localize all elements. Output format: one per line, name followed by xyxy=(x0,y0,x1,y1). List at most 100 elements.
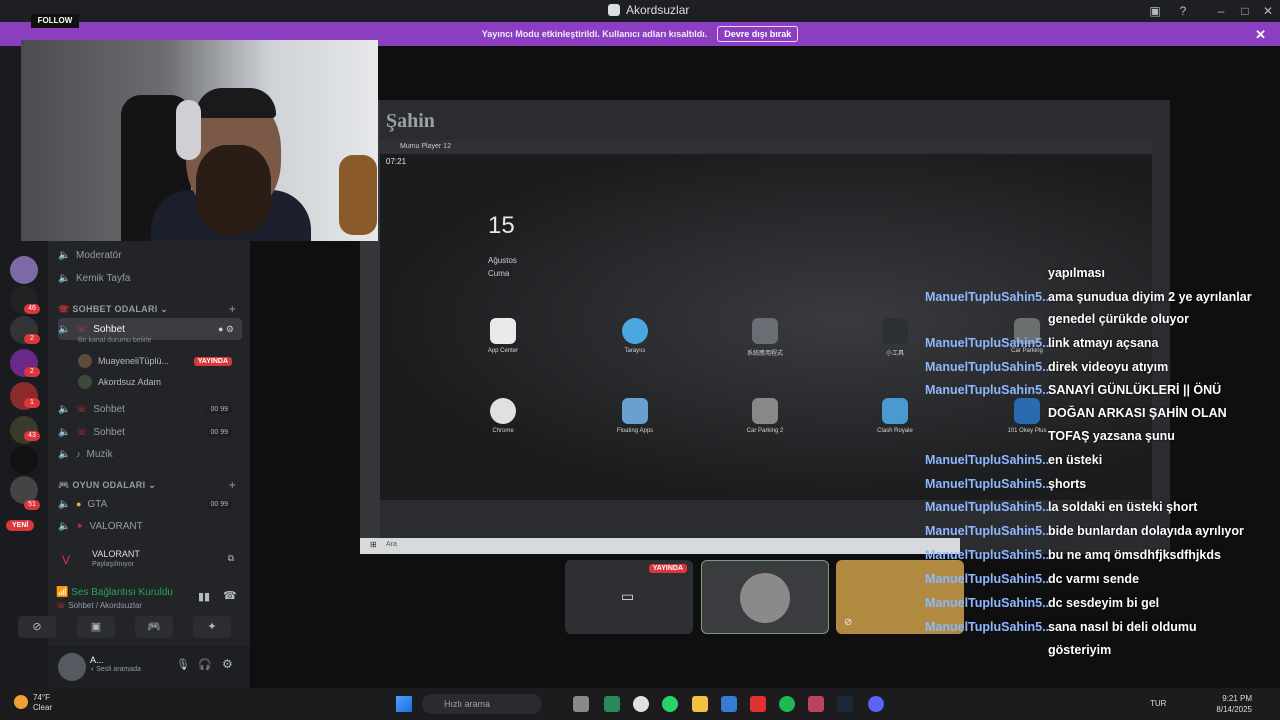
member-row[interactable]: MuayeneliTüplü... YAYINDA xyxy=(78,352,242,370)
discord-icon xyxy=(608,4,620,16)
chat-text: dc sesdeyim bi gel xyxy=(1048,596,1160,610)
windows-icon: ⊞ xyxy=(370,540,377,549)
voice-channel-kemik[interactable]: 🔈 Kemik Tayfa xyxy=(58,268,242,288)
share-screen-icon[interactable]: ⧉ xyxy=(228,553,234,564)
chat-username: ManuelTupluSahin5... xyxy=(925,336,1053,350)
taskview-icon[interactable] xyxy=(573,696,589,712)
user-status-text: Sesli aramada xyxy=(96,666,141,673)
system-apps-icon[interactable]: 系統應用程式 xyxy=(730,318,800,357)
discord-taskbar-icon[interactable] xyxy=(868,696,884,712)
help-icon[interactable]: ? xyxy=(1174,2,1192,20)
user-limit-pill: 00 99 xyxy=(206,404,232,414)
add-channel-icon[interactable]: + xyxy=(229,302,236,316)
browser-icon[interactable]: Tarayıcı xyxy=(600,318,670,354)
chat-username: ManuelTupluSahin5... xyxy=(925,620,1053,634)
voice-channel-moderator[interactable]: 🔈 Moderatör xyxy=(58,245,242,265)
temperature: 74°F xyxy=(33,693,50,702)
voice-channel-gta[interactable]: 🔈 ● GTA 00 99 xyxy=(58,494,242,514)
whatsapp-icon[interactable] xyxy=(662,696,678,712)
taskbar-search[interactable]: Hızlı arama xyxy=(422,694,542,714)
voice-channel-sohbet-3[interactable]: 🔈 ☏ Sohbet 00 99 xyxy=(58,422,242,442)
language-indicator[interactable]: TUR xyxy=(1150,699,1166,708)
mic-icon[interactable]: 🎙 xyxy=(176,658,190,671)
member-name: Akordsuz Adam xyxy=(98,377,162,387)
unread-badge: 51 xyxy=(24,500,40,510)
activity-game: VALORANT xyxy=(92,549,140,559)
voice-location[interactable]: ☏ Sohbet / Akordsuzlar xyxy=(56,601,142,610)
spotify-icon[interactable] xyxy=(779,696,795,712)
avatar[interactable] xyxy=(58,653,86,681)
app-icon[interactable] xyxy=(808,696,824,712)
channel-name: Sohbet xyxy=(93,323,125,335)
category-oyun[interactable]: 🎮 OYUN ODALARI ⌄ + xyxy=(58,478,242,492)
chrome-icon[interactable]: Chrome xyxy=(468,398,538,434)
chat-icon[interactable]: ● ⚙ xyxy=(218,324,234,335)
disable-streamer-mode-button[interactable]: Devre dışı bırak xyxy=(717,26,799,42)
member-name: MuayeneliTüplü... xyxy=(98,356,170,366)
disconnect-icon[interactable]: ☎ xyxy=(223,589,237,602)
chat-message: ManuelTupluSahin5... la soldaki en üsteki… xyxy=(925,500,1275,522)
car-parking-2-icon[interactable]: Car Parking 2 xyxy=(730,398,800,434)
screen-icon[interactable]: ▣ xyxy=(1146,2,1164,20)
minimize-button[interactable]: – xyxy=(1212,2,1230,20)
chat-text: ama şunudua diyim 2 ye ayrılanlar xyxy=(1048,290,1252,304)
speaker-icon: 🔈 xyxy=(58,426,71,438)
vase xyxy=(339,155,377,235)
chrome-taskbar-icon[interactable] xyxy=(633,696,649,712)
camera-thumbnail[interactable] xyxy=(701,560,829,634)
camera-off-button[interactable]: ⊘ xyxy=(18,616,56,638)
voice-channel-sohbet-2[interactable]: 🔈 ☏ Sohbet 00 99 xyxy=(58,399,242,419)
channel-name: Sohbet xyxy=(93,403,125,415)
headphones-icon[interactable]: 🎧 xyxy=(198,658,212,671)
screen-share-button[interactable]: ▣ xyxy=(77,616,115,638)
app-icon[interactable] xyxy=(721,696,737,712)
chat-username: ManuelTupluSahin5... xyxy=(925,572,1053,586)
chat-text: direk videoyu atıyım xyxy=(1048,360,1169,374)
channel-status[interactable]: Bir kanal durumu belirle xyxy=(78,337,152,344)
avatar xyxy=(740,573,790,623)
stream-thumbnail[interactable]: YAYINDA ▭ xyxy=(565,560,693,634)
youtube-icon[interactable] xyxy=(750,696,766,712)
weather-widget[interactable]: 74°F Clear xyxy=(33,693,52,713)
chat-username: ManuelTupluSahin5... xyxy=(925,453,1053,467)
clash-royale-icon[interactable]: Clash Royale xyxy=(860,398,930,434)
add-channel-icon[interactable]: + xyxy=(229,478,236,492)
app-center-icon[interactable]: App Center xyxy=(468,318,538,354)
user-panel: A... ◖ Sesli aramada 🎙 🎧 ⚙ xyxy=(48,646,250,688)
chat-message: ManuelTupluSahin5... direk videoyu atıyım xyxy=(925,360,1275,382)
chat-text: la soldaki en üsteki şhort xyxy=(1048,500,1198,514)
chat-text: sana nasıl bi deli oldumu xyxy=(1048,620,1197,634)
user-name: A... xyxy=(90,655,104,665)
chat-username: ManuelTupluSahin5... xyxy=(925,548,1053,562)
tools-icon[interactable]: 小工具 xyxy=(860,318,930,357)
member-row[interactable]: Akordsuz Adam xyxy=(78,373,242,391)
windows-taskbar: 74°F Clear Hızlı arama TUR 9:21 PM 8/14/… xyxy=(0,688,1280,720)
server-icon[interactable] xyxy=(10,446,38,474)
chat-message: ManuelTupluSahin5... dc sesdeyim bi gel xyxy=(925,596,1275,618)
noise-suppression-icon[interactable]: ▮▮ xyxy=(198,590,210,603)
chat-text: dc varmı sende xyxy=(1048,572,1140,586)
floating-apps-icon[interactable]: Floating Apps xyxy=(600,398,670,434)
voice-channel-valorant[interactable]: 🔈 ✶ VALORANT xyxy=(58,516,242,536)
server-icon[interactable] xyxy=(10,256,38,284)
close-window-button[interactable]: ✕ xyxy=(1259,2,1277,20)
file-explorer-icon[interactable] xyxy=(692,696,708,712)
chat-message: ManuelTupluSahin5... bu ne amq ömsdhfjksd… xyxy=(925,548,1275,570)
live-badge: YAYINDA xyxy=(648,564,687,573)
chat-message: genedel çürükde oluyor xyxy=(925,312,1275,334)
category-sohbet[interactable]: ☏ SOHBET ODALARI ⌄ + xyxy=(58,302,242,316)
soundboard-button[interactable]: ✦ xyxy=(193,616,231,638)
steam-icon[interactable] xyxy=(837,696,853,712)
activity-button[interactable]: 🎮 xyxy=(135,616,173,638)
start-button[interactable] xyxy=(396,696,412,712)
app-icon[interactable] xyxy=(604,696,620,712)
voice-channel-muzik[interactable]: 🔈 ♪ Muzik xyxy=(58,444,242,464)
taskbar-clock[interactable]: 9:21 PM 8/14/2025 xyxy=(1216,693,1252,715)
close-icon[interactable]: ✕ xyxy=(1255,27,1266,43)
chat-username: ManuelTupluSahin5... xyxy=(925,360,1053,374)
maximize-button[interactable]: □ xyxy=(1236,2,1254,20)
channel-name: Muzik xyxy=(86,448,113,460)
gta-icon: ● xyxy=(76,499,82,509)
settings-gear-icon[interactable]: ⚙ xyxy=(222,657,233,671)
avatar xyxy=(78,354,92,368)
